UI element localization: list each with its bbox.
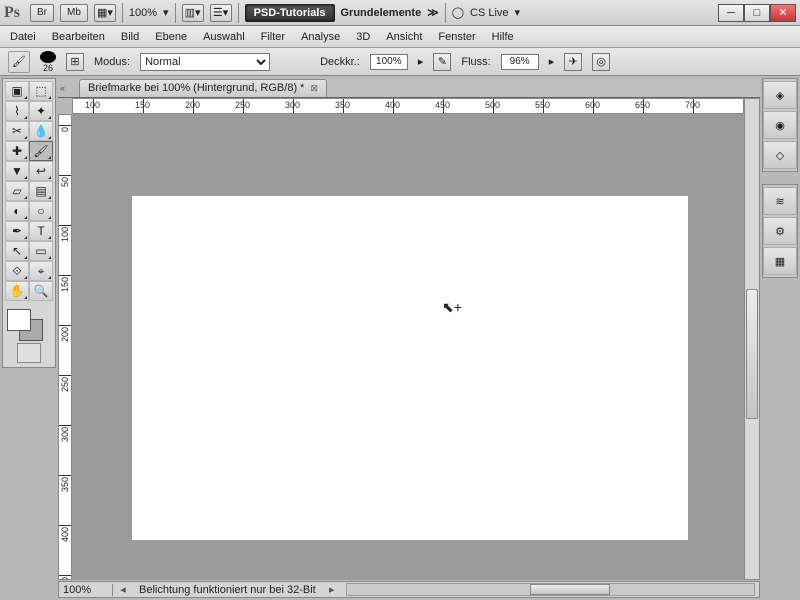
app-logo-icon: Ps xyxy=(4,4,20,22)
pen-tool[interactable]: ✒ xyxy=(5,221,29,241)
menu-filter[interactable]: Filter xyxy=(261,31,285,43)
screen-mode-button[interactable]: ▦▾ xyxy=(94,4,116,22)
menu-fenster[interactable]: Fenster xyxy=(438,31,475,43)
brush-tool[interactable]: 🖌 xyxy=(29,141,53,161)
styles-panel-icon[interactable]: ⚙ xyxy=(763,217,797,245)
stamp-tool[interactable]: ▼ xyxy=(5,161,29,181)
hand-tool[interactable]: ✋ xyxy=(5,281,29,301)
zoom-level[interactable]: 100% xyxy=(129,7,157,19)
status-bar: 100% ◂ Belichtung funktioniert nur bei 3… xyxy=(58,581,760,598)
gradient-tool[interactable]: ▤ xyxy=(29,181,53,201)
type-tool[interactable]: T xyxy=(29,221,53,241)
close-tab-icon[interactable]: ⊠ xyxy=(310,83,318,94)
dodge-tool[interactable]: ○ xyxy=(29,201,53,221)
tool-preset-button[interactable]: 🖌 xyxy=(8,51,30,73)
document-tab-label: Briefmarke bei 100% (Hintergrund, RGB/8)… xyxy=(88,82,304,94)
opacity-input[interactable] xyxy=(370,54,408,70)
move-tool[interactable]: ▣ xyxy=(5,81,29,101)
zoom-tool[interactable]: 🔍 xyxy=(29,281,53,301)
menu-ansicht[interactable]: Ansicht xyxy=(386,31,422,43)
flow-arrow-icon[interactable]: ▸ xyxy=(549,55,555,68)
brush-panel-button[interactable]: ⊞ xyxy=(66,53,84,71)
workspace-psd-tutorials[interactable]: PSD-Tutorials xyxy=(245,4,335,22)
modus-label: Modus: xyxy=(94,56,130,68)
menu-3d[interactable]: 3D xyxy=(356,31,370,43)
workspace-grundelemente[interactable]: Grundelemente xyxy=(341,7,422,19)
layers-panel-icon[interactable]: ◈ xyxy=(763,81,797,109)
menu-datei[interactable]: Datei xyxy=(10,31,36,43)
document-canvas[interactable] xyxy=(132,196,688,540)
heal-tool[interactable]: ✚ xyxy=(5,141,29,161)
wand-tool[interactable]: ✦ xyxy=(29,101,53,121)
flow-label: Fluss: xyxy=(461,56,490,68)
opacity-label: Deckkr.: xyxy=(320,56,360,68)
cursor-icon: ⬉+ xyxy=(442,299,462,316)
horizontal-scrollbar[interactable] xyxy=(346,583,755,596)
cslive-button[interactable]: CS Live xyxy=(470,7,509,19)
cslive-icon: ◯ xyxy=(452,6,464,19)
flow-input[interactable] xyxy=(501,54,539,70)
status-zoom[interactable]: 100% xyxy=(59,584,113,596)
eraser-tool[interactable]: ▱ xyxy=(5,181,29,201)
3d-tool[interactable]: ⟐ xyxy=(5,261,29,281)
extras-button[interactable]: ☰▾ xyxy=(210,4,232,22)
brush-dot-icon xyxy=(40,51,56,63)
color-swatches[interactable] xyxy=(5,307,53,341)
menu-auswahl[interactable]: Auswahl xyxy=(203,31,245,43)
document-tab-bar: « Briefmarke bei 100% (Hintergrund, RGB/… xyxy=(58,78,760,98)
vertical-scrollbar[interactable] xyxy=(744,98,760,580)
tab-arrow-icon[interactable]: « xyxy=(60,83,65,93)
modus-select[interactable]: Normal xyxy=(140,53,270,71)
status-arrow-right-icon[interactable]: ▸ xyxy=(326,583,338,596)
toolbox: ▣ ⬚ ⌇ ✦ ✂ 💧 ✚ 🖌 ▼ ↩ ▱ ▤ ◐ ○ ✒ T ↖ ▭ ⟐ ⌖ … xyxy=(2,78,56,368)
maximize-button[interactable]: □ xyxy=(744,4,770,22)
shape-tool[interactable]: ▭ xyxy=(29,241,53,261)
opacity-arrow-icon[interactable]: ▸ xyxy=(418,55,424,68)
history-brush-tool[interactable]: ↩ xyxy=(29,161,53,181)
status-arrow-left-icon[interactable]: ◂ xyxy=(117,583,129,596)
minibridge-button[interactable]: Mb xyxy=(60,4,88,22)
scrollbar-thumb[interactable] xyxy=(746,289,758,419)
minimize-button[interactable]: ─ xyxy=(718,4,744,22)
brush-preset-picker[interactable]: 26 xyxy=(40,51,56,73)
document-tab[interactable]: Briefmarke bei 100% (Hintergrund, RGB/8)… xyxy=(79,79,327,97)
eyedropper-tool[interactable]: 💧 xyxy=(29,121,53,141)
masks-panel-icon[interactable]: ▦ xyxy=(763,247,797,275)
paths-panel-icon[interactable]: ◇ xyxy=(763,141,797,169)
bridge-button[interactable]: Br xyxy=(30,4,54,22)
menu-analyse[interactable]: Analyse xyxy=(301,31,340,43)
path-tool[interactable]: ↖ xyxy=(5,241,29,261)
tablet-pressure-button[interactable]: ◎ xyxy=(592,53,610,71)
workspace-more-icon[interactable]: ≫ xyxy=(427,6,439,19)
options-bar: 🖌 26 ⊞ Modus: Normal Deckkr.: ▸ ✎ Fluss:… xyxy=(0,48,800,76)
close-button[interactable]: ✕ xyxy=(770,4,796,22)
arrange-button[interactable]: ▥▾ xyxy=(182,4,204,22)
menu-bearbeiten[interactable]: Bearbeiten xyxy=(52,31,105,43)
opacity-pressure-button[interactable]: ✎ xyxy=(433,53,451,71)
foreground-color[interactable] xyxy=(7,309,31,331)
camera-tool[interactable]: ⌖ xyxy=(29,261,53,281)
marquee-tool[interactable]: ⬚ xyxy=(29,81,53,101)
menu-bar: Datei Bearbeiten Bild Ebene Auswahl Filt… xyxy=(0,26,800,48)
menu-hilfe[interactable]: Hilfe xyxy=(492,31,514,43)
right-panel-dock: ◈ ◉ ◇ ≋ ⚙ ▦ xyxy=(762,78,798,278)
menu-bild[interactable]: Bild xyxy=(121,31,139,43)
adjustments-panel-icon[interactable]: ≋ xyxy=(763,187,797,215)
status-message: Belichtung funktioniert nur bei 32-Bit xyxy=(133,584,322,596)
lasso-tool[interactable]: ⌇ xyxy=(5,101,29,121)
crop-tool[interactable]: ✂ xyxy=(5,121,29,141)
vertical-ruler: 050100150200250300350400450 xyxy=(58,114,72,580)
blur-tool[interactable]: ◐ xyxy=(5,201,29,221)
hscroll-thumb[interactable] xyxy=(530,584,610,595)
canvas-area[interactable]: ⬉+ xyxy=(72,114,744,580)
horizontal-ruler: 100150200250300350400450500550600650700 xyxy=(72,98,744,114)
quickmask-button[interactable] xyxy=(17,343,41,363)
title-bar: Ps Br Mb ▦▾ 100%▾ ▥▾ ☰▾ PSD-Tutorials Gr… xyxy=(0,0,800,26)
menu-ebene[interactable]: Ebene xyxy=(155,31,187,43)
channels-panel-icon[interactable]: ◉ xyxy=(763,111,797,139)
airbrush-button[interactable]: ✈ xyxy=(564,53,582,71)
